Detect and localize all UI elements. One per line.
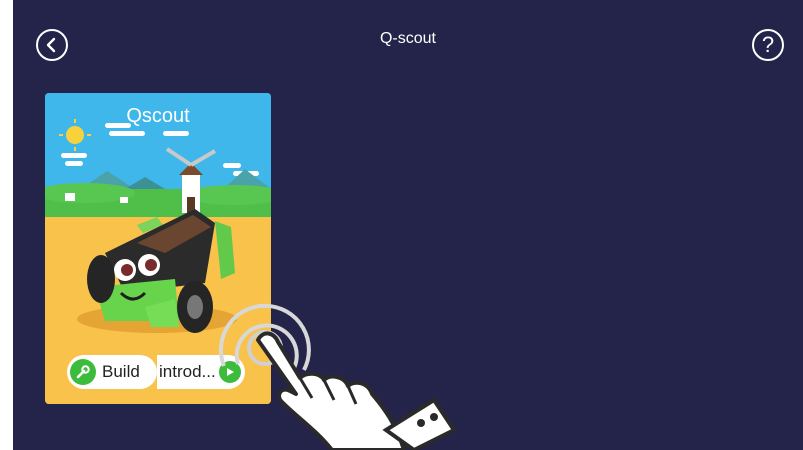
wrench-icon [70, 359, 96, 385]
build-label: Build [102, 362, 140, 381]
build-button[interactable]: Build [67, 355, 157, 389]
page-title: Q-scout [379, 30, 436, 47]
tap-hand-icon [218, 303, 457, 450]
app-screen: Q-scout ? Qscout Build introd... [13, 0, 803, 450]
card-title: Qscout [126, 105, 190, 127]
help-button[interactable]: ? [752, 29, 784, 61]
help-question-icon: ? [761, 32, 775, 57]
